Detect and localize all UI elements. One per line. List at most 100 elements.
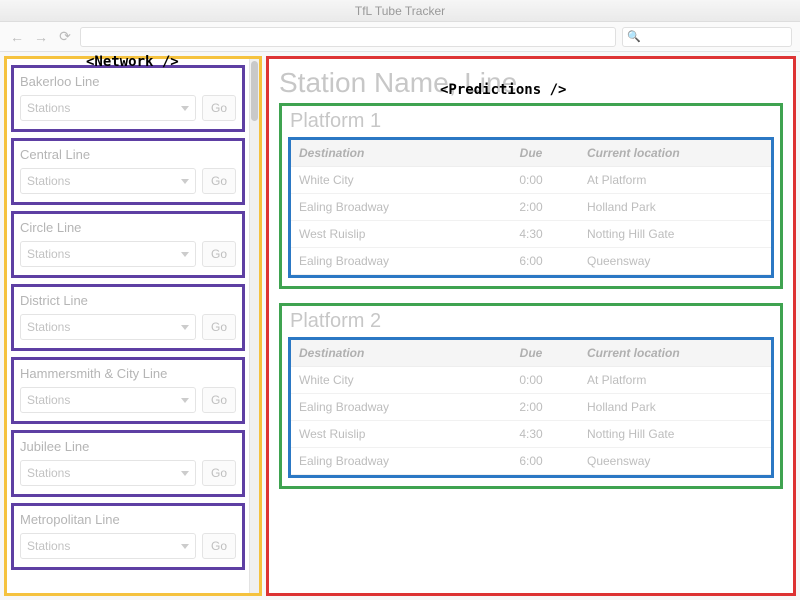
cell-location: Holland Park <box>579 194 771 221</box>
cell-location: Queensway <box>579 448 771 475</box>
line-title: District Line <box>20 293 236 308</box>
col-destination: Destination <box>291 340 483 367</box>
cell-location: At Platform <box>579 167 771 194</box>
table-row: West Ruislip4:30Notting Hill Gate <box>291 421 771 448</box>
cell-location: Holland Park <box>579 394 771 421</box>
trains-table: DestinationDueCurrent locationWhite City… <box>291 340 771 475</box>
table-row: White City0:00At Platform <box>291 167 771 194</box>
trains-box: DestinationDueCurrent locationWhite City… <box>288 137 774 278</box>
cell-destination: Ealing Broadway <box>291 448 483 475</box>
sidebar-scrollbar[interactable] <box>249 59 259 593</box>
table-row: Ealing Broadway6:00Queensway <box>291 248 771 275</box>
chevron-down-icon <box>181 544 189 549</box>
stations-select[interactable]: Stations <box>20 241 196 267</box>
cell-due: 4:30 <box>483 221 579 248</box>
cell-due: 4:30 <box>483 421 579 448</box>
chevron-down-icon <box>181 325 189 330</box>
platform-heading: Platform 1 <box>290 110 774 133</box>
col-due: Due <box>483 140 579 167</box>
window-titlebar: TfL Tube Tracker <box>0 0 800 22</box>
chevron-down-icon <box>181 398 189 403</box>
cell-due: 6:00 <box>483 448 579 475</box>
table-row: West Ruislip4:30Notting Hill Gate <box>291 221 771 248</box>
chevron-down-icon <box>181 179 189 184</box>
stations-select[interactable]: Stations <box>20 460 196 486</box>
select-placeholder: Stations <box>27 393 70 407</box>
cell-location: Notting Hill Gate <box>579 221 771 248</box>
line-card: Circle Line Stations Go <box>11 211 245 278</box>
station-heading: Station Name, Line <box>279 67 783 99</box>
arrow-right-icon: → <box>34 29 48 45</box>
forward-button[interactable]: → <box>32 28 50 46</box>
cell-due: 0:00 <box>483 367 579 394</box>
back-button[interactable]: ← <box>8 28 26 46</box>
cell-location: At Platform <box>579 367 771 394</box>
line-card: Bakerloo Line Stations Go <box>11 65 245 132</box>
search-icon: 🔍 <box>627 30 641 43</box>
select-placeholder: Stations <box>27 247 70 261</box>
line-card: Jubilee Line Stations Go <box>11 430 245 497</box>
select-placeholder: Stations <box>27 101 70 115</box>
select-placeholder: Stations <box>27 539 70 553</box>
cell-destination: West Ruislip <box>291 421 483 448</box>
cell-destination: Ealing Broadway <box>291 248 483 275</box>
reload-icon: ⟳ <box>59 28 71 45</box>
line-card: Metropolitan Line Stations Go <box>11 503 245 570</box>
platform-heading: Platform 2 <box>290 310 774 333</box>
go-button[interactable]: Go <box>202 168 236 194</box>
cell-due: 2:00 <box>483 194 579 221</box>
line-title: Metropolitan Line <box>20 512 236 527</box>
line-card: District Line Stations Go <box>11 284 245 351</box>
cell-destination: Ealing Broadway <box>291 394 483 421</box>
network-panel: Bakerloo LineStationsGoCentral LineStati… <box>4 56 262 596</box>
cell-destination: West Ruislip <box>291 221 483 248</box>
line-title: Circle Line <box>20 220 236 235</box>
go-button[interactable]: Go <box>202 460 236 486</box>
go-button[interactable]: Go <box>202 533 236 559</box>
window-title: TfL Tube Tracker <box>355 4 445 18</box>
go-button[interactable]: Go <box>202 314 236 340</box>
line-title: Jubilee Line <box>20 439 236 454</box>
stations-select[interactable]: Stations <box>20 168 196 194</box>
departure-board: Platform 1 DestinationDueCurrent location… <box>279 103 783 289</box>
search-bar[interactable]: 🔍 <box>622 27 792 47</box>
url-bar[interactable] <box>80 27 616 47</box>
go-button[interactable]: Go <box>202 241 236 267</box>
reload-button[interactable]: ⟳ <box>56 28 74 46</box>
go-button[interactable]: Go <box>202 387 236 413</box>
stations-select[interactable]: Stations <box>20 387 196 413</box>
arrow-left-icon: ← <box>10 29 24 45</box>
line-title: Central Line <box>20 147 236 162</box>
line-card: Central Line StationsGo <box>11 138 245 205</box>
stations-select[interactable]: Stations <box>20 533 196 559</box>
select-placeholder: Stations <box>27 320 70 334</box>
table-row: White City0:00At Platform <box>291 367 771 394</box>
trains-table: DestinationDueCurrent locationWhite City… <box>291 140 771 275</box>
cell-due: 6:00 <box>483 248 579 275</box>
cell-due: 0:00 <box>483 167 579 194</box>
line-title: Hammersmith & City Line <box>20 366 236 381</box>
predictions-panel: Station Name, Line Platform 1 Destination… <box>266 56 796 596</box>
cell-location: Queensway <box>579 248 771 275</box>
scrollbar-thumb[interactable] <box>251 61 258 121</box>
cell-destination: White City <box>291 367 483 394</box>
departure-board: Platform 2 DestinationDueCurrent location… <box>279 303 783 489</box>
cell-due: 2:00 <box>483 394 579 421</box>
col-destination: Destination <box>291 140 483 167</box>
col-location: Current location <box>579 140 771 167</box>
table-row: Ealing Broadway2:00Holland Park <box>291 394 771 421</box>
cell-destination: Ealing Broadway <box>291 194 483 221</box>
chevron-down-icon <box>181 106 189 111</box>
chevron-down-icon <box>181 252 189 257</box>
go-button[interactable]: Go <box>202 95 236 121</box>
select-placeholder: Stations <box>27 466 70 480</box>
line-card: Hammersmith & City Line Stations Go <box>11 357 245 424</box>
stations-select[interactable]: Stations <box>20 95 196 121</box>
col-due: Due <box>483 340 579 367</box>
cell-destination: White City <box>291 167 483 194</box>
trains-box: DestinationDueCurrent locationWhite City… <box>288 337 774 478</box>
table-row: Ealing Broadway6:00Queensway <box>291 448 771 475</box>
chevron-down-icon <box>181 471 189 476</box>
line-title: Bakerloo Line <box>20 74 236 89</box>
stations-select[interactable]: Stations <box>20 314 196 340</box>
